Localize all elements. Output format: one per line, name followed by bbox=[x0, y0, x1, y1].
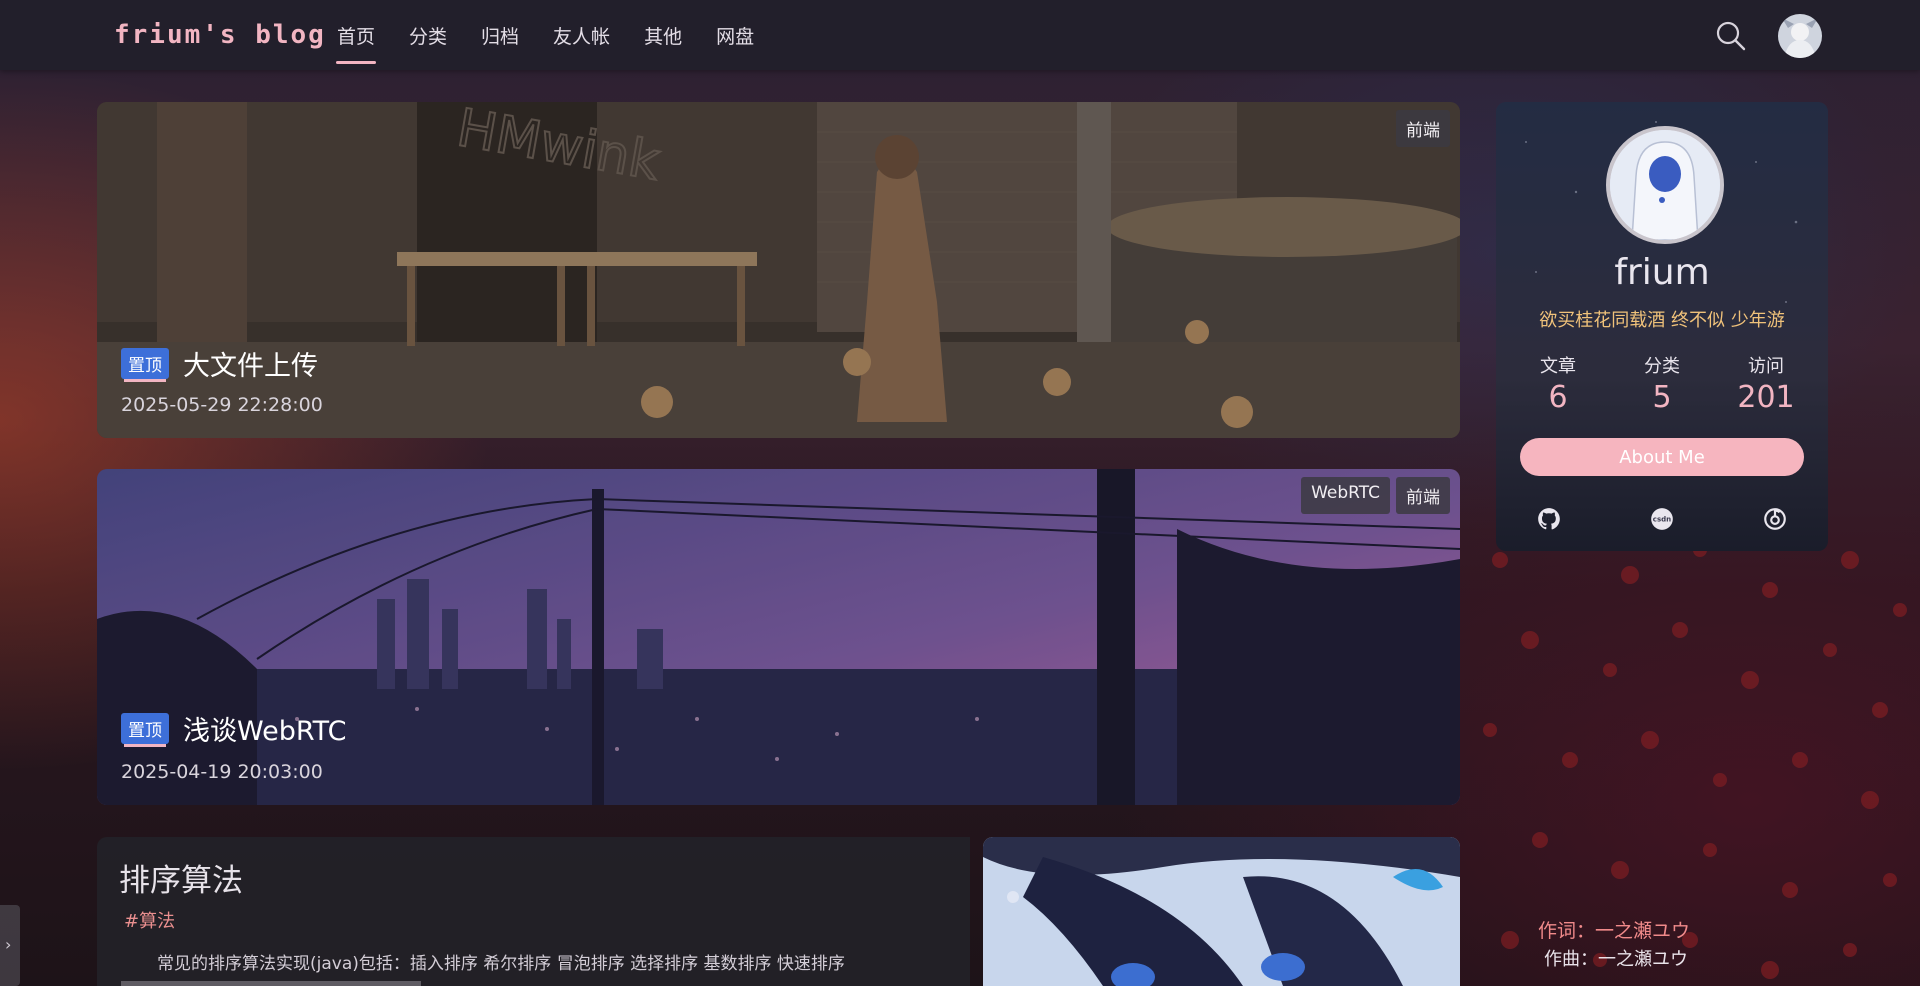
nav-item-archive[interactable]: 归档 bbox=[464, 0, 536, 70]
lyric-line: 作曲：一之瀬ユウ bbox=[1544, 949, 1688, 970]
stat-visits: 访问 201 bbox=[1721, 352, 1811, 415]
post-date: 2025-05-29 22:28:00 bbox=[121, 394, 323, 416]
csdn-icon[interactable]: csdn bbox=[1649, 506, 1675, 532]
article-title[interactable]: 排序算法 bbox=[119, 855, 243, 900]
post-title-row: 置顶 大文件上传 bbox=[121, 344, 318, 383]
post-title-row: 置顶 浅谈WebRTC bbox=[121, 709, 346, 748]
netease-music-icon[interactable] bbox=[1762, 506, 1788, 532]
profile-card: frium 欲买桂花同载酒 终不似 少年游 文章 6 分类 5 访问 201 A… bbox=[1496, 102, 1828, 551]
stat-label: 分类 bbox=[1644, 356, 1680, 377]
lyric-line: 作词：一之瀬ユウ bbox=[1538, 920, 1691, 942]
article-tag[interactable]: #算法 bbox=[124, 907, 175, 933]
top-navigation-bar: frium's blog 首页 分类 归档 友人帐 其他 网盘 bbox=[0, 0, 1920, 70]
stat-articles[interactable]: 文章 6 bbox=[1513, 352, 1603, 415]
stat-value: 5 bbox=[1652, 380, 1672, 415]
tag-frontend[interactable]: 前端 bbox=[1396, 477, 1450, 514]
search-icon[interactable] bbox=[1714, 19, 1748, 53]
stat-value: 201 bbox=[1737, 380, 1795, 415]
svg-text:csdn: csdn bbox=[1653, 515, 1671, 524]
user-avatar[interactable] bbox=[1778, 14, 1822, 58]
side-drawer-toggle[interactable]: › bbox=[0, 905, 20, 986]
chevron-right-icon: › bbox=[5, 935, 12, 954]
profile-name: frium bbox=[1614, 252, 1710, 293]
github-icon[interactable] bbox=[1536, 506, 1562, 532]
post-card-large-file-upload[interactable]: HMwink 前端 置顶 大文件上传 2025-05-29 22:28:00 bbox=[97, 102, 1460, 438]
post-title[interactable]: 浅谈WebRTC bbox=[183, 709, 346, 748]
article-card-sorting[interactable]: 排序算法 #算法 常见的排序算法实现(java)包括：插入排序 希尔排序 冒泡排… bbox=[97, 837, 970, 986]
article-excerpt-continuation bbox=[121, 977, 621, 986]
pinned-badge: 置顶 bbox=[121, 713, 169, 744]
post-tags: WebRTC 前端 bbox=[1301, 477, 1450, 514]
stat-label: 访问 bbox=[1748, 356, 1784, 377]
main-nav: 首页 分类 归档 友人帐 其他 网盘 bbox=[320, 0, 771, 70]
post-date: 2025-04-19 20:03:00 bbox=[121, 761, 323, 783]
profile-stats: 文章 6 分类 5 访问 201 bbox=[1506, 352, 1818, 415]
nav-item-other[interactable]: 其他 bbox=[627, 0, 699, 70]
post-cover-image bbox=[97, 469, 1460, 805]
tag-frontend[interactable]: 前端 bbox=[1396, 110, 1450, 147]
pinned-badge: 置顶 bbox=[121, 348, 169, 379]
stat-value: 6 bbox=[1548, 380, 1568, 415]
nav-item-categories[interactable]: 分类 bbox=[392, 0, 464, 70]
nav-item-netdisk[interactable]: 网盘 bbox=[699, 0, 771, 70]
stat-categories[interactable]: 分类 5 bbox=[1617, 352, 1707, 415]
post-card-webrtc[interactable]: WebRTC 前端 置顶 浅谈WebRTC 2025-04-19 20:03:0… bbox=[97, 469, 1460, 805]
profile-avatar[interactable] bbox=[1606, 126, 1724, 244]
site-brand[interactable]: frium's blog bbox=[114, 20, 326, 50]
tag-webrtc[interactable]: WebRTC bbox=[1301, 477, 1390, 514]
post-title[interactable]: 大文件上传 bbox=[183, 344, 318, 383]
profile-motto: 欲买桂花同载酒 终不似 少年游 bbox=[1539, 310, 1785, 331]
nav-item-friends[interactable]: 友人帐 bbox=[536, 0, 627, 70]
post-cover-image: HMwink bbox=[97, 102, 1460, 438]
article-excerpt: 常见的排序算法实现(java)包括：插入排序 希尔排序 冒泡排序 选择排序 基数… bbox=[157, 954, 845, 974]
article-cover-image[interactable] bbox=[983, 837, 1460, 986]
stat-label: 文章 bbox=[1540, 356, 1576, 377]
post-tags: 前端 bbox=[1396, 110, 1450, 147]
nav-item-home[interactable]: 首页 bbox=[320, 0, 392, 70]
about-me-button[interactable]: About Me bbox=[1520, 438, 1804, 476]
